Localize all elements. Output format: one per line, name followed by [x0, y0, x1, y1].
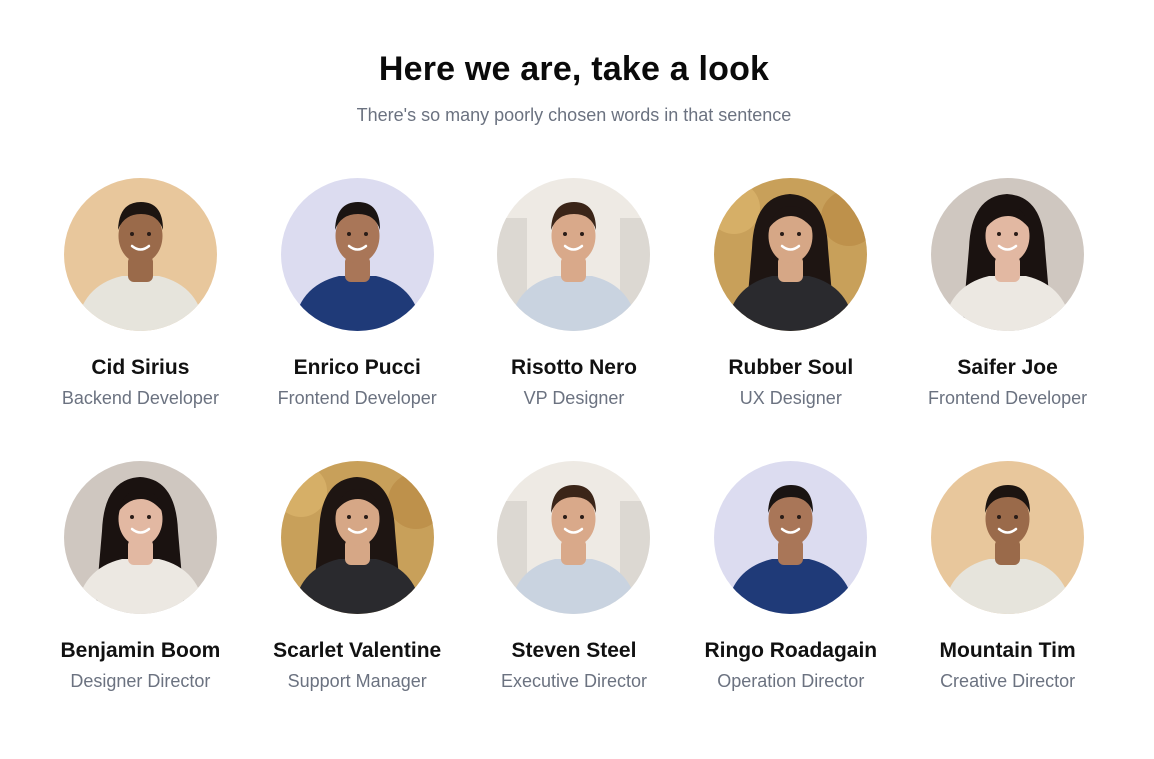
member-role: Creative Director [940, 671, 1076, 691]
team-member-card: Rubber Soul UX Designer [682, 178, 899, 461]
team-member-card: Ringo Roadagain Operation Director [682, 461, 899, 744]
team-member-card: Scarlet Valentine Support Manager [249, 461, 466, 744]
member-name: Rubber Soul [728, 356, 854, 379]
member-name: Steven Steel [511, 639, 637, 662]
team-member-card: Benjamin Boom Designer Director [32, 461, 249, 744]
member-name: Risotto Nero [510, 356, 637, 379]
section-title: Here we are, take a look [378, 50, 770, 88]
section-subtitle: There's so many poorly chosen words in t… [356, 105, 792, 125]
member-role: Support Manager [287, 671, 427, 691]
member-photo [280, 461, 434, 614]
team-member-card: Saifer Joe Frontend Developer [899, 178, 1116, 461]
team-member-card: Enrico Pucci Frontend Developer [249, 178, 466, 461]
member-name: Benjamin Boom [60, 639, 221, 662]
member-role: Executive Director [500, 671, 648, 691]
member-role: Frontend Developer [928, 388, 1088, 408]
member-name: Saifer Joe [957, 356, 1058, 379]
member-name: Cid Sirius [91, 356, 190, 379]
member-role: Backend Developer [61, 388, 219, 408]
member-role: Frontend Developer [277, 388, 437, 408]
member-role: VP Designer [523, 388, 625, 408]
member-photo [931, 178, 1085, 331]
member-role: UX Designer [739, 388, 842, 408]
member-photo [63, 178, 217, 331]
member-photo [714, 461, 868, 614]
team-member-card: Steven Steel Executive Director [466, 461, 683, 744]
member-name: Mountain Tim [939, 639, 1076, 662]
team-section: Here we are, take a look There's so many… [0, 0, 1154, 759]
member-name: Enrico Pucci [293, 356, 421, 379]
member-role: Designer Director [70, 671, 211, 691]
member-name: Scarlet Valentine [273, 639, 442, 662]
team-grid: Cid Sirius Backend Developer Enrico Pucc… [32, 178, 1116, 744]
member-photo [63, 461, 217, 614]
member-name: Ringo Roadagain [704, 639, 878, 662]
member-role: Operation Director [717, 671, 865, 691]
member-photo [497, 178, 651, 331]
member-photo [931, 461, 1085, 614]
member-photo [280, 178, 434, 331]
team-member-card: Mountain Tim Creative Director [899, 461, 1116, 744]
team-member-card: Cid Sirius Backend Developer [32, 178, 249, 461]
team-member-card: Risotto Nero VP Designer [466, 178, 683, 461]
member-photo [714, 178, 868, 331]
member-photo [497, 461, 651, 614]
